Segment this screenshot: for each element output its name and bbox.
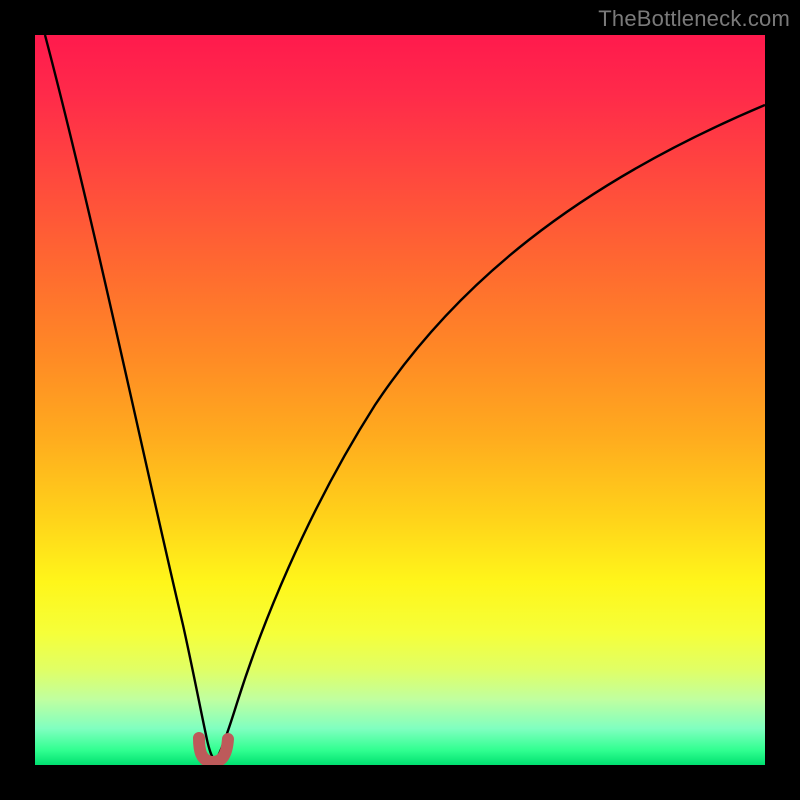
chart-svg (35, 35, 765, 765)
watermark-text: TheBottleneck.com (598, 6, 790, 32)
minimum-marker (199, 738, 228, 762)
chart-frame: TheBottleneck.com (0, 0, 800, 800)
bottleneck-curve (45, 35, 765, 758)
chart-plot-area (35, 35, 765, 765)
